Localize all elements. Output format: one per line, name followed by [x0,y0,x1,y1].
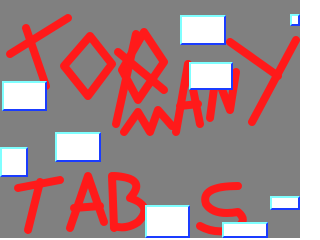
tab-box[interactable] [2,81,47,111]
scribble-letter-t-tabs-stem [24,178,44,234]
tab-box[interactable] [0,147,28,177]
scribble-strike-2 [114,48,168,94]
scribble-letter-a-bar [176,100,202,110]
scribble-letter-m [120,106,176,136]
scribble-letter-b-loops [110,172,149,232]
scribble-letter-o-2 [118,28,168,104]
tab-box[interactable] [222,222,268,238]
tab-box[interactable] [145,205,190,238]
scribble-text-line3: TABS [0,0,1,1]
scribble-letter-t-stem [22,24,50,90]
scribble-letter-o [60,32,116,100]
tab-box[interactable] [290,14,300,26]
tab-box[interactable] [189,62,233,90]
scribble-letter-a-tabs-bar [70,202,104,212]
scribble-letter-y [226,38,282,80]
scribble-letter-b [108,172,118,232]
tab-box[interactable] [180,15,226,45]
scribble-letter-y-2 [248,36,300,126]
tab-box[interactable] [55,132,101,162]
scribble-letter-t-tabs [14,176,64,192]
scribble-text-line2: MANY [0,0,1,1]
scribble-drawing [6,14,300,236]
scribble-strike [112,30,140,128]
scribble-letter-t [6,14,72,58]
scribble-letter-a-tabs [66,172,108,232]
game-canvas: TOO MANY TABS [0,0,300,238]
scribble-text-line1: TOO [0,0,1,1]
tab-box[interactable] [270,196,300,210]
